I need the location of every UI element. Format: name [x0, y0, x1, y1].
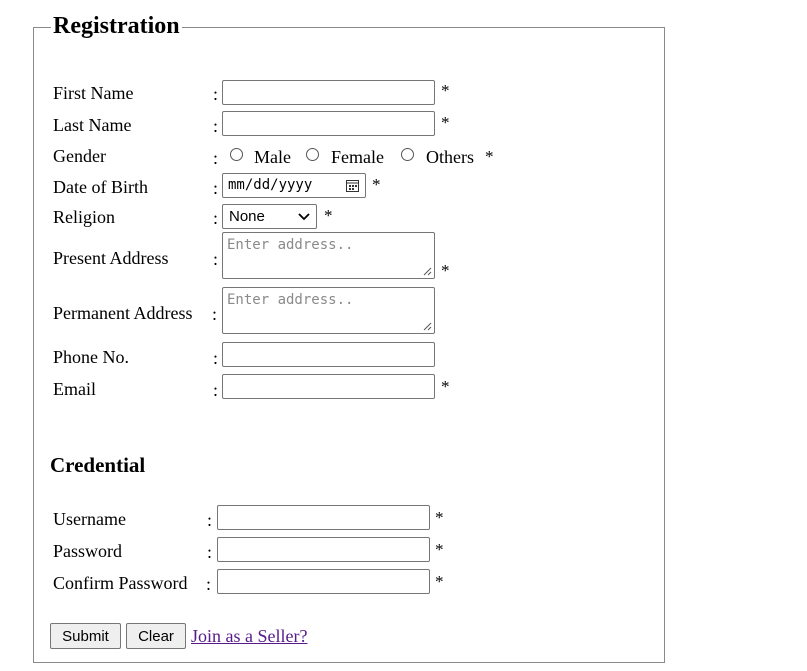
dob-value: mm/dd/yyyy	[228, 177, 313, 193]
required-marker: *	[441, 261, 450, 280]
email-label: Email	[53, 379, 96, 399]
permanent-address-placeholder: Enter address..	[227, 292, 354, 308]
permanent-address-label: Permanent Address	[53, 303, 193, 323]
colon: :	[207, 542, 213, 562]
colon: :	[213, 380, 219, 400]
dob-label: Date of Birth	[53, 177, 148, 197]
religion-label: Religion	[53, 207, 115, 227]
gender-label: Gender	[53, 146, 106, 166]
last-name-label: Last Name	[53, 115, 132, 135]
submit-button[interactable]: Submit	[50, 623, 121, 649]
permanent-address-textarea[interactable]: Enter address..	[222, 287, 435, 334]
username-input[interactable]	[217, 505, 430, 530]
present-address-textarea[interactable]: Enter address..	[222, 232, 435, 279]
required-marker: *	[435, 540, 444, 559]
credential-heading: Credential	[50, 453, 146, 477]
gender-female-radio[interactable]	[306, 148, 319, 161]
colon: :	[213, 178, 219, 198]
required-marker: *	[441, 81, 450, 100]
confirm-password-input[interactable]	[217, 569, 430, 594]
dob-input[interactable]: mm/dd/yyyy	[222, 173, 366, 198]
resize-handle-icon[interactable]	[423, 267, 432, 276]
required-marker: *	[324, 206, 333, 225]
colon: :	[213, 84, 219, 104]
gender-others-label[interactable]: Others	[426, 146, 474, 168]
required-marker: *	[372, 175, 381, 194]
gender-others-radio[interactable]	[401, 148, 414, 161]
colon: :	[206, 574, 212, 594]
confirm-password-label: Confirm Password	[53, 573, 188, 593]
calendar-icon[interactable]	[346, 179, 359, 192]
gender-male-radio[interactable]	[230, 148, 243, 161]
religion-selected-value: None	[229, 208, 265, 225]
colon: :	[212, 304, 218, 324]
join-seller-link[interactable]: Join as a Seller?	[191, 625, 307, 647]
required-marker: *	[435, 572, 444, 591]
first-name-input[interactable]	[222, 80, 435, 105]
password-input[interactable]	[217, 537, 430, 562]
resize-handle-icon[interactable]	[423, 322, 432, 331]
colon: :	[213, 348, 219, 368]
email-input[interactable]	[222, 374, 435, 399]
gender-male-label[interactable]: Male	[254, 146, 291, 168]
chevron-down-icon	[298, 213, 310, 221]
colon: :	[213, 148, 219, 168]
gender-female-label[interactable]: Female	[331, 146, 384, 168]
first-name-label: First Name	[53, 83, 134, 103]
colon: :	[213, 116, 219, 136]
colon: :	[213, 208, 219, 228]
last-name-input[interactable]	[222, 111, 435, 136]
username-label: Username	[53, 509, 126, 529]
phone-label: Phone No.	[53, 347, 129, 367]
present-address-placeholder: Enter address..	[227, 237, 354, 253]
required-marker: *	[441, 113, 450, 132]
phone-input[interactable]	[222, 342, 435, 367]
clear-button[interactable]: Clear	[126, 623, 186, 649]
registration-legend: Registration	[51, 11, 182, 41]
colon: :	[213, 249, 219, 269]
religion-select[interactable]: None	[222, 204, 317, 229]
required-marker: *	[441, 377, 450, 396]
required-marker: *	[435, 508, 444, 527]
present-address-label: Present Address	[53, 248, 169, 268]
colon: :	[207, 510, 213, 530]
password-label: Password	[53, 541, 123, 561]
required-marker: *	[485, 147, 494, 166]
